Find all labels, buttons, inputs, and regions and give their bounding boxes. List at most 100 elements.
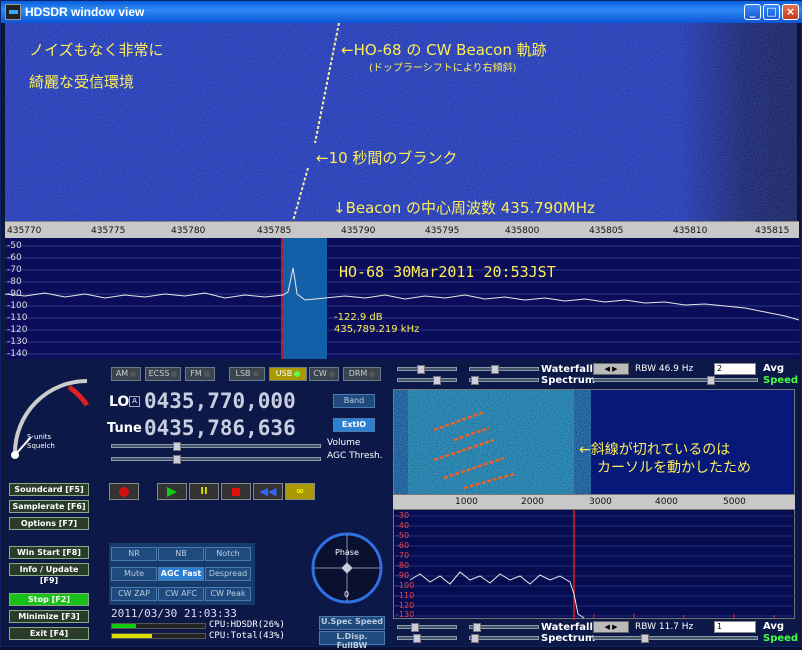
- bottom-rbw-stepper[interactable]: ◀ ▶: [593, 621, 629, 633]
- stop-playback-button[interactable]: [221, 483, 251, 500]
- samplerate-button[interactable]: Samplerate [F6]: [9, 500, 89, 513]
- play-button[interactable]: [157, 483, 187, 500]
- cw-zap-button[interactable]: CW ZAP: [111, 587, 157, 601]
- waterfall-thumb[interactable]: [491, 365, 499, 374]
- ldisp-fullbw-button[interactable]: L.Disp. FullBW: [319, 631, 385, 650]
- mute-button[interactable]: Mute: [111, 567, 157, 581]
- speed-label: Speed: [763, 375, 799, 386]
- speed-thumb[interactable]: [707, 376, 715, 385]
- bottom-spectrum-slider[interactable]: [469, 636, 539, 640]
- mode-fm-button[interactable]: FM: [185, 367, 215, 381]
- lo-frequency-display[interactable]: 0435,770,000: [144, 389, 296, 413]
- loop-button[interactable]: ∞: [285, 483, 315, 500]
- pause-button[interactable]: II: [189, 483, 219, 500]
- bottom-avg-value: 1: [717, 622, 723, 631]
- uspec-speed-button[interactable]: U.Spec Speed: [319, 616, 385, 630]
- top-slider-1[interactable]: [397, 367, 457, 371]
- despread-button[interactable]: Despread: [205, 567, 251, 581]
- cw-peak-button[interactable]: CW Peak: [205, 587, 251, 601]
- cpu-hdsdr-bar: [111, 623, 206, 629]
- audio-freq-tick: 5000: [723, 497, 746, 507]
- mode-label: FM: [190, 369, 202, 378]
- cw-afc-button[interactable]: CW AFC: [158, 587, 204, 601]
- minimize-window-button[interactable]: _: [744, 4, 761, 20]
- stop-button[interactable]: Stop [F2]: [9, 593, 89, 606]
- mode-label: AM: [115, 369, 129, 378]
- mode-led: [130, 370, 137, 377]
- title-bar[interactable]: HDSDR window view _ □ ×: [1, 1, 802, 23]
- spectrum-display[interactable]: -50 -60 -70 -80 -90 -100 -110 -120 -130 …: [5, 238, 799, 359]
- bottom-slider-1-thumb[interactable]: [411, 623, 419, 632]
- band-button[interactable]: Band: [333, 394, 375, 408]
- rewind-icon: ◀◀: [259, 485, 277, 498]
- freq-tick: 435770: [7, 226, 42, 236]
- mode-am-button[interactable]: AM: [111, 367, 141, 381]
- soundcard-button[interactable]: Soundcard [F5]: [9, 483, 89, 496]
- tune-frequency-display[interactable]: 0435,786,636: [144, 416, 296, 440]
- freq-tick: 435810: [673, 226, 708, 236]
- bottom-speed-thumb[interactable]: [641, 634, 649, 643]
- agc-fast-button[interactable]: AGC Fast: [158, 567, 204, 581]
- bottom-speed-slider[interactable]: [593, 636, 758, 640]
- mode-drm-button[interactable]: DRM: [343, 367, 381, 381]
- waterfall-slider[interactable]: [469, 367, 539, 371]
- frequency-scale[interactable]: 435770 435775 435780 435785 435790 43579…: [5, 221, 799, 238]
- annotation-clean2: 綺麗な受信環境: [29, 73, 135, 91]
- notch-button[interactable]: Notch: [205, 547, 251, 561]
- bottom-avg-select[interactable]: 1: [714, 621, 756, 633]
- bottom-waterfall-thumb[interactable]: [473, 623, 481, 632]
- mode-lsb-button[interactable]: LSB: [229, 367, 265, 381]
- exit-button[interactable]: Exit [F4]: [9, 627, 89, 640]
- mode-label: ECSS: [148, 369, 170, 378]
- mode-label: LSB: [235, 369, 251, 378]
- freq-tick: 435815: [755, 226, 790, 236]
- minimize-button[interactable]: Minimize [F3]: [9, 610, 89, 623]
- record-icon: [119, 487, 129, 497]
- audio-freq-tick: 3000: [589, 497, 612, 507]
- mode-usb-button[interactable]: USB: [269, 367, 307, 381]
- mode-led: [252, 370, 259, 377]
- spectrum-slider[interactable]: [469, 378, 539, 382]
- maximize-window-button[interactable]: □: [763, 4, 780, 20]
- bottom-spectrum-label: Spectrum: [541, 633, 596, 644]
- nr-button[interactable]: NR: [111, 547, 157, 561]
- freq-tick: 435805: [589, 226, 624, 236]
- audio-db-tick: -50: [396, 531, 410, 540]
- top-slider-2-thumb[interactable]: [433, 376, 441, 385]
- mode-ecss-button[interactable]: ECSS: [145, 367, 181, 381]
- extio-button[interactable]: ExtIO: [333, 418, 375, 432]
- rewind-button[interactable]: ◀◀: [253, 483, 283, 500]
- mode-cw-button[interactable]: CW: [309, 367, 339, 381]
- rbw-stepper[interactable]: ◀ ▶: [593, 363, 629, 375]
- lo-lock-button[interactable]: A: [129, 396, 140, 407]
- audio-db-tick: -120: [396, 601, 415, 610]
- tune-label: Tune: [107, 421, 142, 436]
- spectrum-thumb[interactable]: [471, 376, 479, 385]
- top-slider-2[interactable]: [397, 378, 457, 382]
- record-button[interactable]: [109, 483, 139, 500]
- audio-frequency-scale[interactable]: 1000 2000 3000 4000 5000: [393, 495, 795, 509]
- win-start-button[interactable]: Win Start [F8]: [9, 546, 89, 559]
- options-button[interactable]: Options [F7]: [9, 517, 89, 530]
- close-window-button[interactable]: ×: [782, 4, 799, 20]
- top-slider-1-thumb[interactable]: [417, 365, 425, 374]
- lo-label: LO: [109, 394, 130, 410]
- nb-button[interactable]: NB: [158, 547, 204, 561]
- agc-thresh-slider[interactable]: [111, 457, 321, 461]
- spectrum-label: Spectrum: [541, 375, 596, 386]
- cpu-hdsdr-fill: [112, 624, 137, 628]
- volume-slider[interactable]: [111, 444, 321, 448]
- avg-select[interactable]: 2: [714, 363, 756, 375]
- audio-db-tick: -80: [396, 561, 410, 570]
- speed-slider[interactable]: [593, 378, 758, 382]
- agc-thresh-thumb[interactable]: [173, 455, 181, 464]
- bottom-slider-2[interactable]: [397, 636, 457, 640]
- bottom-slider-2-thumb[interactable]: [413, 634, 421, 643]
- rbw-label: RBW 46.9 Hz: [635, 364, 694, 374]
- bottom-slider-1[interactable]: [397, 625, 457, 629]
- bottom-spectrum-thumb[interactable]: [471, 634, 479, 643]
- waterfall-label: Waterfall: [541, 364, 593, 375]
- info-update-button[interactable]: Info / Update [F9]: [9, 563, 89, 585]
- volume-thumb[interactable]: [173, 442, 181, 451]
- audio-spectrum[interactable]: -30 -40 -50 -60 -70 -80 -90 -100 -110 -1…: [393, 509, 796, 620]
